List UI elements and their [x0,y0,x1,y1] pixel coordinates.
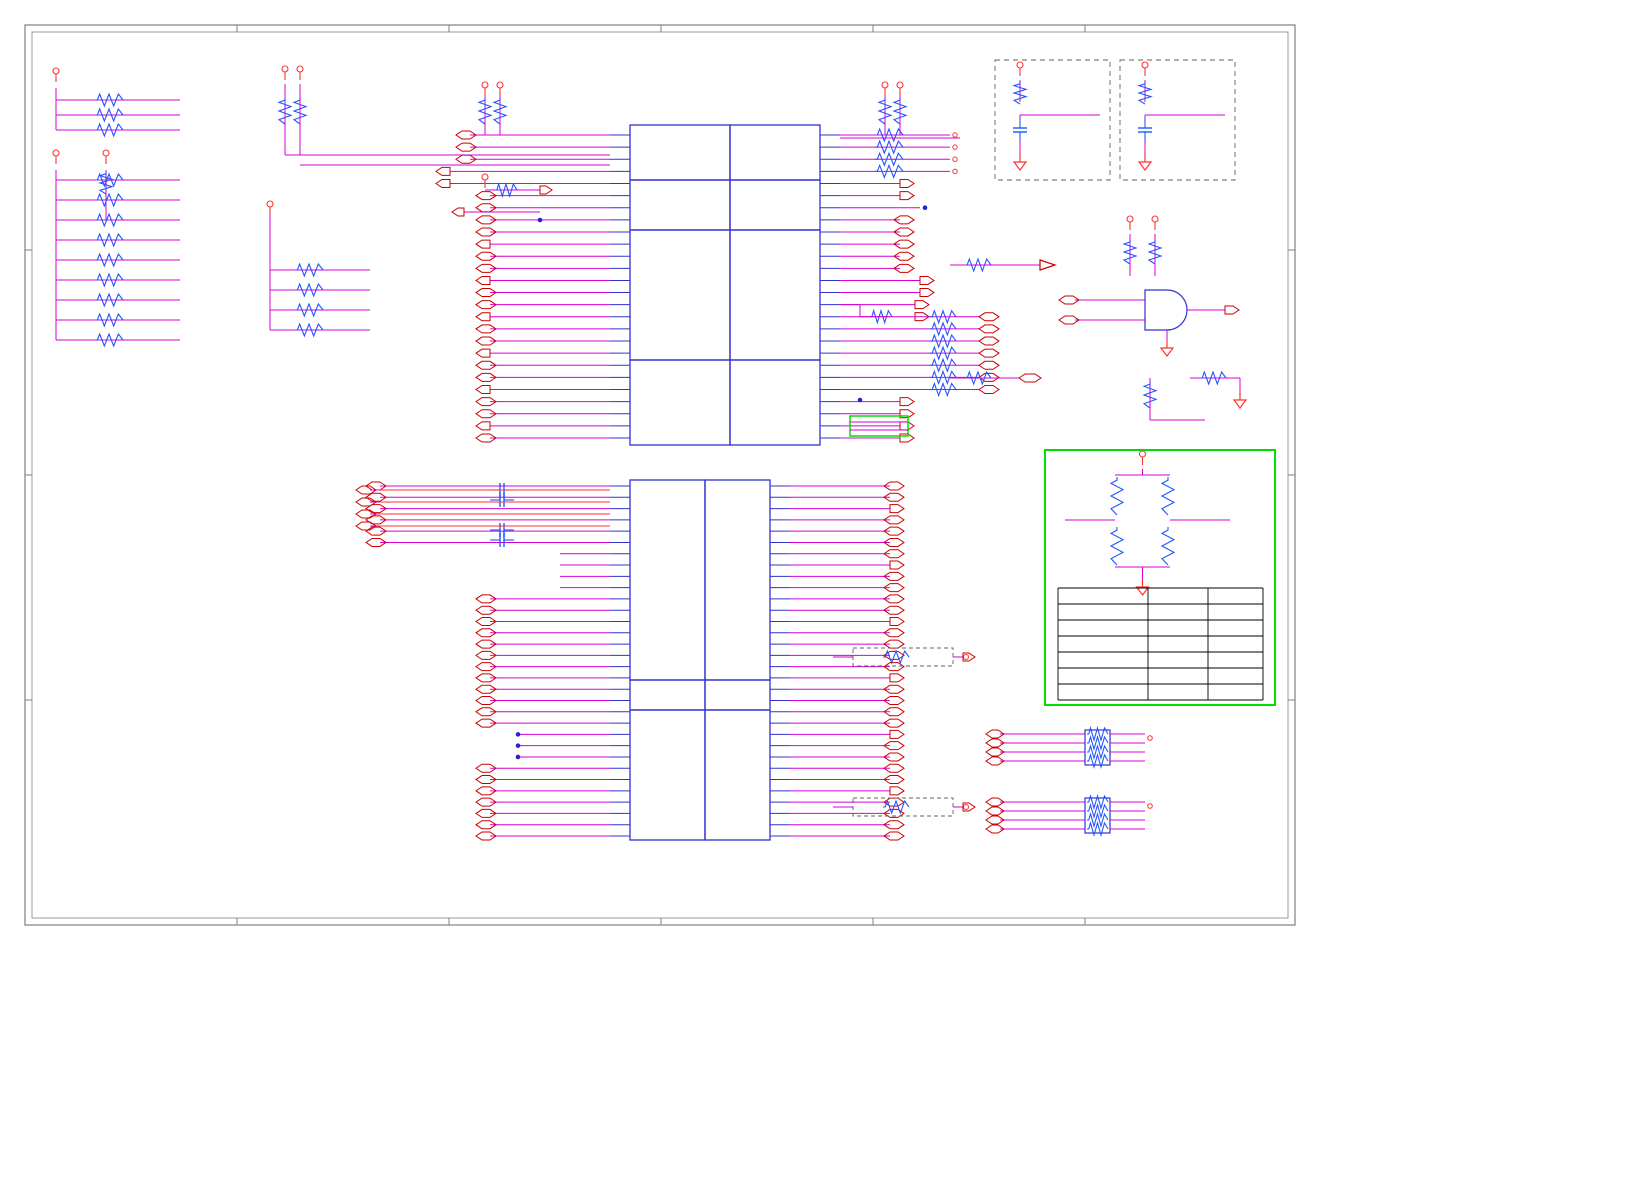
schematic-diagram [20,20,1300,930]
